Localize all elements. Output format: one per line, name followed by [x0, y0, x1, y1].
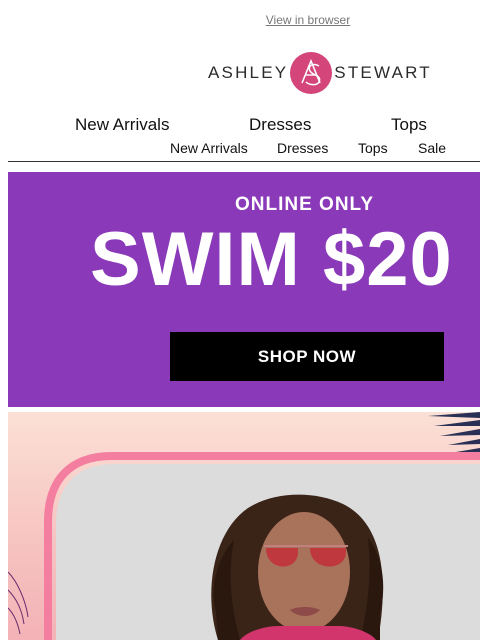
leaf-outline-icon: [8, 571, 29, 635]
promo-eyebrow: ONLINE ONLY: [235, 194, 375, 215]
logo-text-right: STEWART: [334, 63, 432, 82]
hero-photo-illustration: [8, 412, 480, 640]
nav-primary-tops[interactable]: Tops: [391, 115, 427, 135]
view-in-browser-link[interactable]: View in browser: [0, 13, 480, 27]
palm-leaf-icon: [428, 412, 480, 452]
nav-primary-new-arrivals[interactable]: New Arrivals: [75, 115, 169, 135]
secondary-nav: New Arrivals Dresses Tops Sale: [0, 140, 480, 158]
as-monogram-icon: [290, 52, 333, 94]
logo-text-left: ASHLEY: [208, 63, 289, 82]
shop-now-button[interactable]: SHOP NOW: [170, 332, 444, 381]
nav-secondary-tops[interactable]: Tops: [358, 140, 388, 156]
nav-secondary-sale[interactable]: Sale: [418, 140, 446, 156]
primary-nav: New Arrivals Dresses Tops: [0, 115, 480, 135]
brand-logo[interactable]: ASHLEY STEWART: [208, 52, 432, 94]
nav-secondary-new-arrivals[interactable]: New Arrivals: [170, 140, 248, 156]
nav-primary-dresses[interactable]: Dresses: [249, 115, 311, 135]
hero-image[interactable]: [8, 412, 480, 640]
nav-divider: [8, 161, 480, 162]
swim-promo-banner[interactable]: ONLINE ONLY SWIM $20 SHOP NOW: [8, 172, 480, 407]
nav-secondary-dresses[interactable]: Dresses: [277, 140, 328, 156]
promo-headline: SWIM $20: [90, 217, 453, 302]
